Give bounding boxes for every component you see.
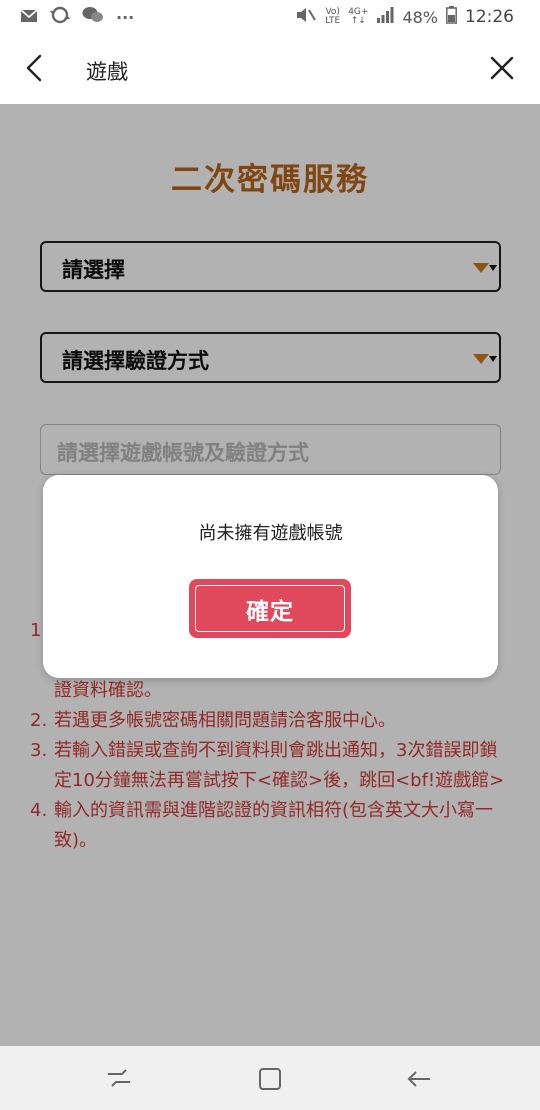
battery-percent: 48% xyxy=(402,7,438,27)
home-button[interactable] xyxy=(255,1064,285,1094)
recent-apps-icon xyxy=(108,1069,130,1087)
mute-icon xyxy=(295,6,317,28)
back-arrow-icon xyxy=(26,54,42,82)
mail-icon xyxy=(20,8,38,27)
home-icon xyxy=(259,1068,281,1090)
status-right: Vo) LTE 4G+ ↑↓ 48% 12:26 xyxy=(295,6,514,28)
confirm-button[interactable]: 確定 xyxy=(189,579,351,638)
alert-dialog: 尚未擁有遊戲帳號 確定 xyxy=(43,475,498,678)
battery-icon xyxy=(446,6,457,28)
sync-icon xyxy=(50,6,70,28)
signal-icon xyxy=(376,7,394,27)
volte-indicator: Vo) LTE xyxy=(325,7,341,26)
status-left: ··· xyxy=(20,6,134,28)
close-button[interactable] xyxy=(484,50,520,86)
network-indicator: 4G+ ↑↓ xyxy=(348,7,369,26)
page-title: 遊戲 xyxy=(86,60,128,84)
title-bar: 遊戲 xyxy=(0,34,540,104)
dialog-message: 尚未擁有遊戲帳號 xyxy=(198,523,343,544)
status-bar: ··· Vo) LTE 4G+ ↑↓ 48% 12:26 xyxy=(0,0,540,34)
nav-back-icon xyxy=(407,1071,430,1087)
wechat-icon xyxy=(82,6,104,28)
system-nav-bar xyxy=(0,1046,540,1110)
more-notifications: ··· xyxy=(116,7,135,27)
clock: 12:26 xyxy=(465,7,514,27)
close-icon xyxy=(490,56,514,80)
back-button[interactable] xyxy=(18,50,54,86)
recent-apps-button[interactable] xyxy=(104,1064,134,1094)
nav-back-button[interactable] xyxy=(404,1064,434,1094)
confirm-button-label: 確定 xyxy=(195,585,345,632)
